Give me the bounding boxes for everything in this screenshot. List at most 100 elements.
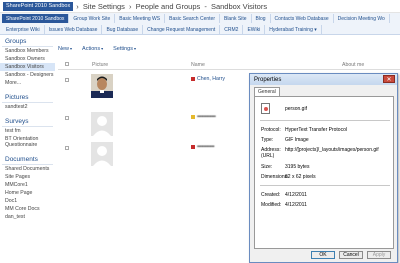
site-title-chip[interactable]: SharePoint 2010 Sandbox <box>3 1 74 11</box>
prop-label: Modified: <box>261 202 282 208</box>
presence-icon <box>191 76 195 81</box>
column-about-me[interactable]: About me <box>342 62 364 68</box>
breadcrumb-people-and-groups[interactable]: People and Groups <box>136 2 201 11</box>
pictures-heading[interactable]: Pictures <box>2 91 53 103</box>
surveys-heading[interactable]: Surveys <box>2 115 53 127</box>
prop-address: Address: (URL) http://[projects]/_layout… <box>261 147 391 161</box>
new-label: New <box>58 46 70 52</box>
picture-lib-sandtest2[interactable]: sandtest2 <box>0 103 55 111</box>
dialog-buttons: OK Cancel Apply <box>250 251 397 259</box>
select-all-checkbox[interactable] <box>65 62 69 68</box>
user-name-text: •••••••••••••• <box>197 114 216 120</box>
row-checkbox[interactable] <box>65 116 69 120</box>
breadcrumb-current-page: Sandbox Visitors <box>210 1 268 11</box>
prop-value: 4/12/2011 <box>285 192 307 198</box>
apply-button[interactable]: Apply <box>367 251 391 259</box>
breadcrumb-dash: - <box>204 1 207 11</box>
nav-item-blank-site[interactable]: Blank Site <box>220 14 252 23</box>
prop-value[interactable]: http://[projects]/_layouts/images/person… <box>285 147 389 153</box>
user-photo-placeholder[interactable] <box>91 112 113 136</box>
nav-item-ewiki[interactable]: EWiki <box>243 25 266 34</box>
group-sandbox-owners[interactable]: Sandbox Owners <box>0 55 55 63</box>
nav-item-change-request[interactable]: Change Request Management <box>143 25 221 34</box>
column-name[interactable]: Name <box>191 62 205 68</box>
list-header: Picture Name About me <box>58 60 400 70</box>
user-name-text: Chen, Harry <box>197 76 225 82</box>
dialog-title: Properties <box>254 76 282 83</box>
actions-menu[interactable]: Actions▾ <box>82 46 103 52</box>
row-checkbox[interactable] <box>65 146 69 150</box>
groups-heading[interactable]: Groups <box>2 35 53 47</box>
breadcrumb: › Site Settings › People and Groups - Sa… <box>76 2 269 11</box>
dialog-title-bar[interactable]: Properties ✕ <box>250 74 397 85</box>
prop-label: Dimensions: <box>261 174 289 180</box>
list-toolbar: New▾ Actions▾ Settings▾ <box>58 44 136 54</box>
user-name-link[interactable]: Chen, Harry <box>191 76 225 82</box>
prop-label: Created: <box>261 192 281 198</box>
column-picture[interactable]: Picture <box>92 62 108 68</box>
prop-value: GIF Image <box>285 137 309 143</box>
ok-button[interactable]: OK <box>311 251 335 259</box>
new-menu[interactable]: New▾ <box>58 46 72 52</box>
prop-label: Protocol: <box>261 127 281 133</box>
doc-doc1[interactable]: Doc1 <box>0 197 55 205</box>
nav-item-basic-meeting[interactable]: Basic Meeting WS <box>115 14 166 23</box>
breadcrumb-separator: › <box>76 1 79 11</box>
group-sandbox-designers[interactable]: Sandbox - Designers <box>0 71 55 79</box>
title-bar: SharePoint 2010 Sandbox › Site Settings … <box>0 0 400 13</box>
user-name-text: ••••••••••••• <box>197 144 215 150</box>
nav-item-search-center[interactable]: Basic Search Center <box>165 14 220 23</box>
survey-bt-orientation[interactable]: BT Orientation Questionnaire <box>0 135 52 149</box>
nav-item-sandbox[interactable]: SharePoint 2010 Sandbox <box>2 14 70 23</box>
top-nav-row-1: SharePoint 2010 Sandbox Group Work Site … <box>0 13 400 24</box>
nav-item-enterprise-wiki[interactable]: Enterprise Wiki <box>2 25 45 34</box>
settings-label: Settings <box>113 46 133 52</box>
quick-launch: Groups Sandbox Members Sandbox Owners Sa… <box>0 35 55 263</box>
row-checkbox[interactable] <box>65 78 69 82</box>
doc-home-page[interactable]: Home Page <box>0 189 55 197</box>
nav-item-blog[interactable]: Blog <box>252 14 271 23</box>
tab-general[interactable]: General <box>254 87 280 96</box>
user-photo-placeholder[interactable] <box>91 142 113 166</box>
user-name-link[interactable]: •••••••••••••• <box>191 114 216 120</box>
breadcrumb-site-settings[interactable]: Site Settings <box>83 2 125 11</box>
top-navigation: SharePoint 2010 Sandbox Group Work Site … <box>0 13 400 35</box>
doc-mmcore1[interactable]: MMCore1 <box>0 181 55 189</box>
nav-item-bug-db[interactable]: Bug Database <box>102 25 144 34</box>
nav-item-contacts-db[interactable]: Contacts Web Database <box>271 14 334 23</box>
presence-icon <box>191 114 195 119</box>
chevron-down-icon: ▾ <box>133 46 136 51</box>
nav-item-group-work-site[interactable]: Group Work Site <box>69 14 116 23</box>
chevron-down-icon: ▾ <box>101 46 104 51</box>
groups-more-link[interactable]: More... <box>0 79 55 87</box>
nav-item-decision-meeting[interactable]: Decision Meeting Wo <box>334 14 390 23</box>
doc-mm-core-docs[interactable]: MM Core Docs <box>0 205 55 213</box>
documents-heading[interactable]: Documents <box>2 153 53 165</box>
prop-value: 4/12/2011 <box>285 202 307 208</box>
file-name: person.gif <box>285 106 307 112</box>
image-file-icon <box>261 103 270 114</box>
presence-icon <box>191 144 195 149</box>
user-photo[interactable] <box>91 74 113 98</box>
doc-site-pages[interactable]: Site Pages <box>0 173 55 181</box>
nav-item-crm2[interactable]: CRM2 <box>220 25 244 34</box>
prop-value: 3195 bytes <box>285 164 310 170</box>
cancel-button[interactable]: Cancel <box>339 251 363 259</box>
group-sandbox-members[interactable]: Sandbox Members <box>0 47 55 55</box>
settings-menu[interactable]: Settings▾ <box>113 46 136 52</box>
breadcrumb-separator: › <box>129 1 132 11</box>
prop-value: HyperText Transfer Protocol <box>285 127 347 133</box>
prop-value: 62 x 62 pixels <box>285 174 316 180</box>
prop-label: Address: (URL) <box>261 147 281 159</box>
close-button[interactable]: ✕ <box>383 75 395 83</box>
nav-item-hyderabad-training[interactable]: Hyderabad Training ▾ <box>265 25 322 34</box>
chevron-down-icon: ▾ <box>70 46 73 51</box>
doc-shared-documents[interactable]: Shared Documents <box>0 165 55 173</box>
user-name-link[interactable]: ••••••••••••• <box>191 144 215 150</box>
group-sandbox-visitors[interactable]: Sandbox Visitors <box>0 63 55 71</box>
doc-dan-test[interactable]: dan_test <box>0 213 55 221</box>
survey-test-fm[interactable]: test fm <box>0 127 55 135</box>
dialog-tabs: General <box>250 87 397 96</box>
nav-item-issues-db[interactable]: Issues Web Database <box>45 25 103 34</box>
prop-label: Type: <box>261 137 274 143</box>
